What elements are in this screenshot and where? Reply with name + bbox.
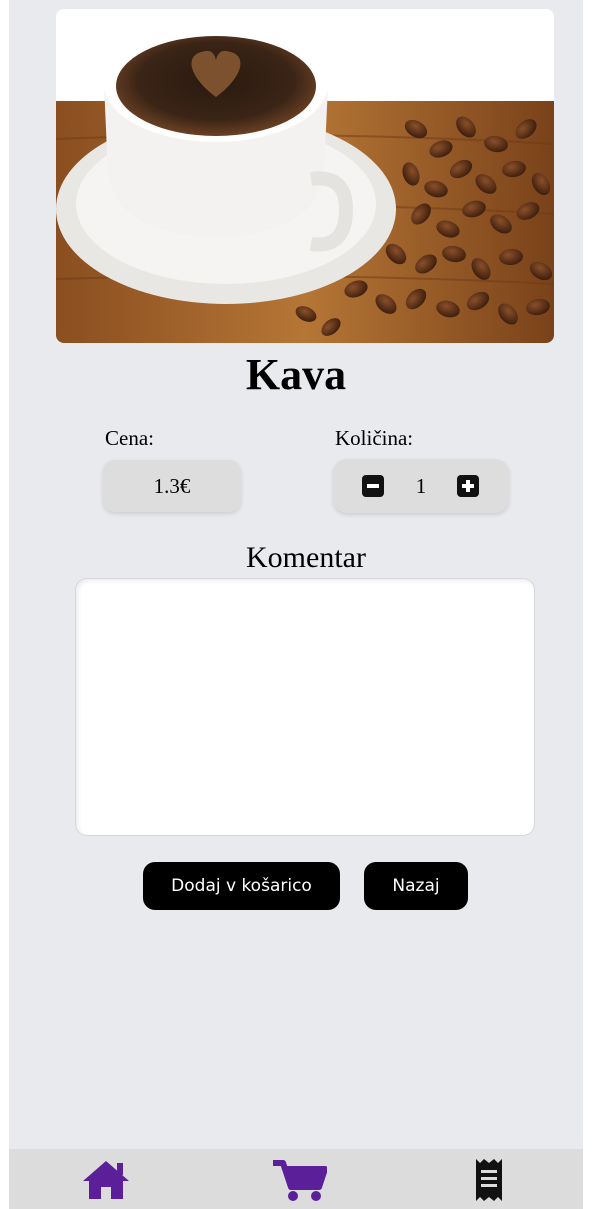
product-image — [56, 9, 554, 343]
product-title: Kava — [245, 350, 347, 399]
quantity-value: 1 — [415, 474, 427, 498]
plus-bar-vertical — [466, 480, 470, 492]
comment-field[interactable] — [75, 578, 535, 836]
receipt-icon — [476, 1159, 502, 1201]
add-to-cart-button[interactable]: Dodaj v košarico — [143, 862, 340, 910]
price-label: Cena: — [105, 426, 154, 450]
nav-item-home[interactable] — [81, 1157, 131, 1203]
price-value: 1.3€ — [153, 473, 191, 498]
back-button[interactable]: Nazaj — [364, 862, 468, 910]
price-value-box: 1.3€ — [103, 460, 241, 512]
cart-icon — [273, 1160, 327, 1201]
comment-label: Komentar — [246, 541, 366, 574]
minus-bar — [367, 484, 379, 488]
nav-item-cart[interactable] — [271, 1157, 327, 1203]
bottom-nav — [9, 1149, 583, 1209]
nav-item-orders[interactable] — [474, 1157, 504, 1203]
app-screen: Kava Cena: Količina: 1.3€ 1 Komentar Dod… — [9, 0, 583, 1209]
home-icon — [83, 1161, 129, 1199]
quantity-label: Količina: — [335, 426, 414, 450]
plus-square-icon[interactable] — [457, 475, 479, 497]
minus-square-icon[interactable] — [362, 475, 384, 497]
quantity-stepper: 1 — [333, 459, 509, 513]
